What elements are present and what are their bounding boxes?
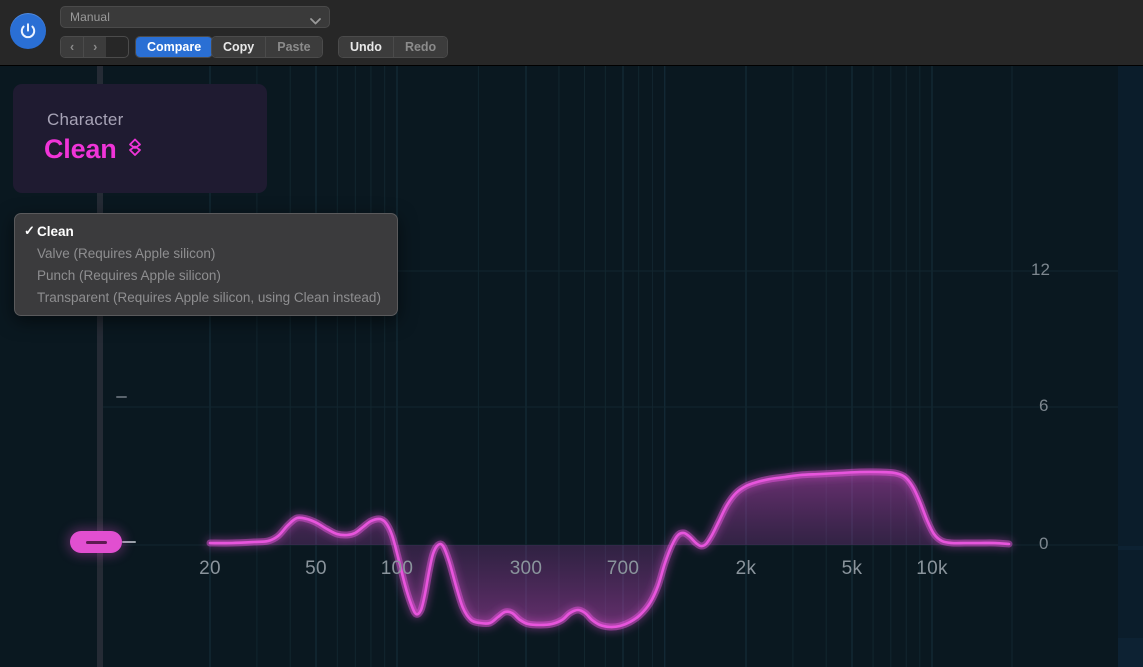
character-value-text: Clean [44, 134, 117, 165]
band-gain-tail [122, 541, 136, 543]
gain-tick-label: 0 [1039, 534, 1048, 554]
freq-tick-label: 50 [305, 558, 327, 580]
menu-item-label: Punch (Requires Apple silicon) [37, 268, 221, 283]
power-button[interactable] [10, 13, 46, 49]
paste-button[interactable]: Paste [266, 37, 321, 57]
undo-redo-button-group: Undo Redo [338, 36, 448, 58]
gain-tick-label: 6 [1039, 396, 1048, 416]
preset-select[interactable]: Manual [60, 6, 330, 28]
redo-button[interactable]: Redo [394, 37, 447, 57]
top-toolbar: Manual ‹ › Compare Copy Paste Undo Redo [0, 0, 1143, 66]
freq-tick-label: 5k [842, 558, 863, 580]
power-icon [18, 21, 38, 41]
freq-tick-label: 300 [510, 558, 543, 580]
freq-tick-label: 700 [607, 558, 640, 580]
up-down-chevron-icon [126, 137, 144, 162]
menu-item-label: Clean [37, 224, 74, 239]
preset-select-value: Manual [70, 10, 110, 24]
character-panel-title: Character [47, 110, 123, 130]
compare-button-group: Compare [135, 36, 213, 58]
menu-item-label: Transparent (Requires Apple silicon, usi… [37, 290, 381, 305]
character-dropdown-menu[interactable]: ✓Clean Valve (Requires Apple silicon) Punc… [14, 213, 398, 316]
check-icon: ✓ [24, 223, 35, 239]
chevron-down-icon [309, 13, 322, 31]
right-side-panel [1118, 66, 1143, 667]
freq-tick-label: 100 [381, 558, 414, 580]
band-tick-mark [116, 396, 127, 398]
band-1-handle[interactable] [70, 531, 122, 553]
copy-button[interactable]: Copy [212, 37, 266, 57]
menu-item-valve[interactable]: Valve (Requires Apple silicon) [15, 242, 397, 264]
copy-paste-button-group: Copy Paste [211, 36, 323, 58]
menu-item-transparent[interactable]: Transparent (Requires Apple silicon, usi… [15, 286, 397, 308]
next-preset-button[interactable]: › [84, 37, 106, 57]
band-handle-dash-icon [86, 541, 107, 544]
undo-button[interactable]: Undo [339, 37, 394, 57]
freq-tick-label: 10k [916, 558, 948, 580]
menu-item-label: Valve (Requires Apple silicon) [37, 246, 215, 261]
freq-tick-label: 20 [199, 558, 221, 580]
gain-tick-label: 12 [1031, 260, 1050, 280]
menu-item-punch[interactable]: Punch (Requires Apple silicon) [15, 264, 397, 286]
character-panel: Character Clean [13, 84, 267, 193]
compare-button[interactable]: Compare [136, 37, 212, 57]
nav-button-group: ‹ › [60, 36, 129, 58]
freq-tick-label: 2k [736, 558, 757, 580]
character-value-selector[interactable]: Clean [44, 134, 144, 165]
prev-preset-button[interactable]: ‹ [61, 37, 84, 57]
menu-item-clean[interactable]: ✓Clean [15, 220, 397, 242]
